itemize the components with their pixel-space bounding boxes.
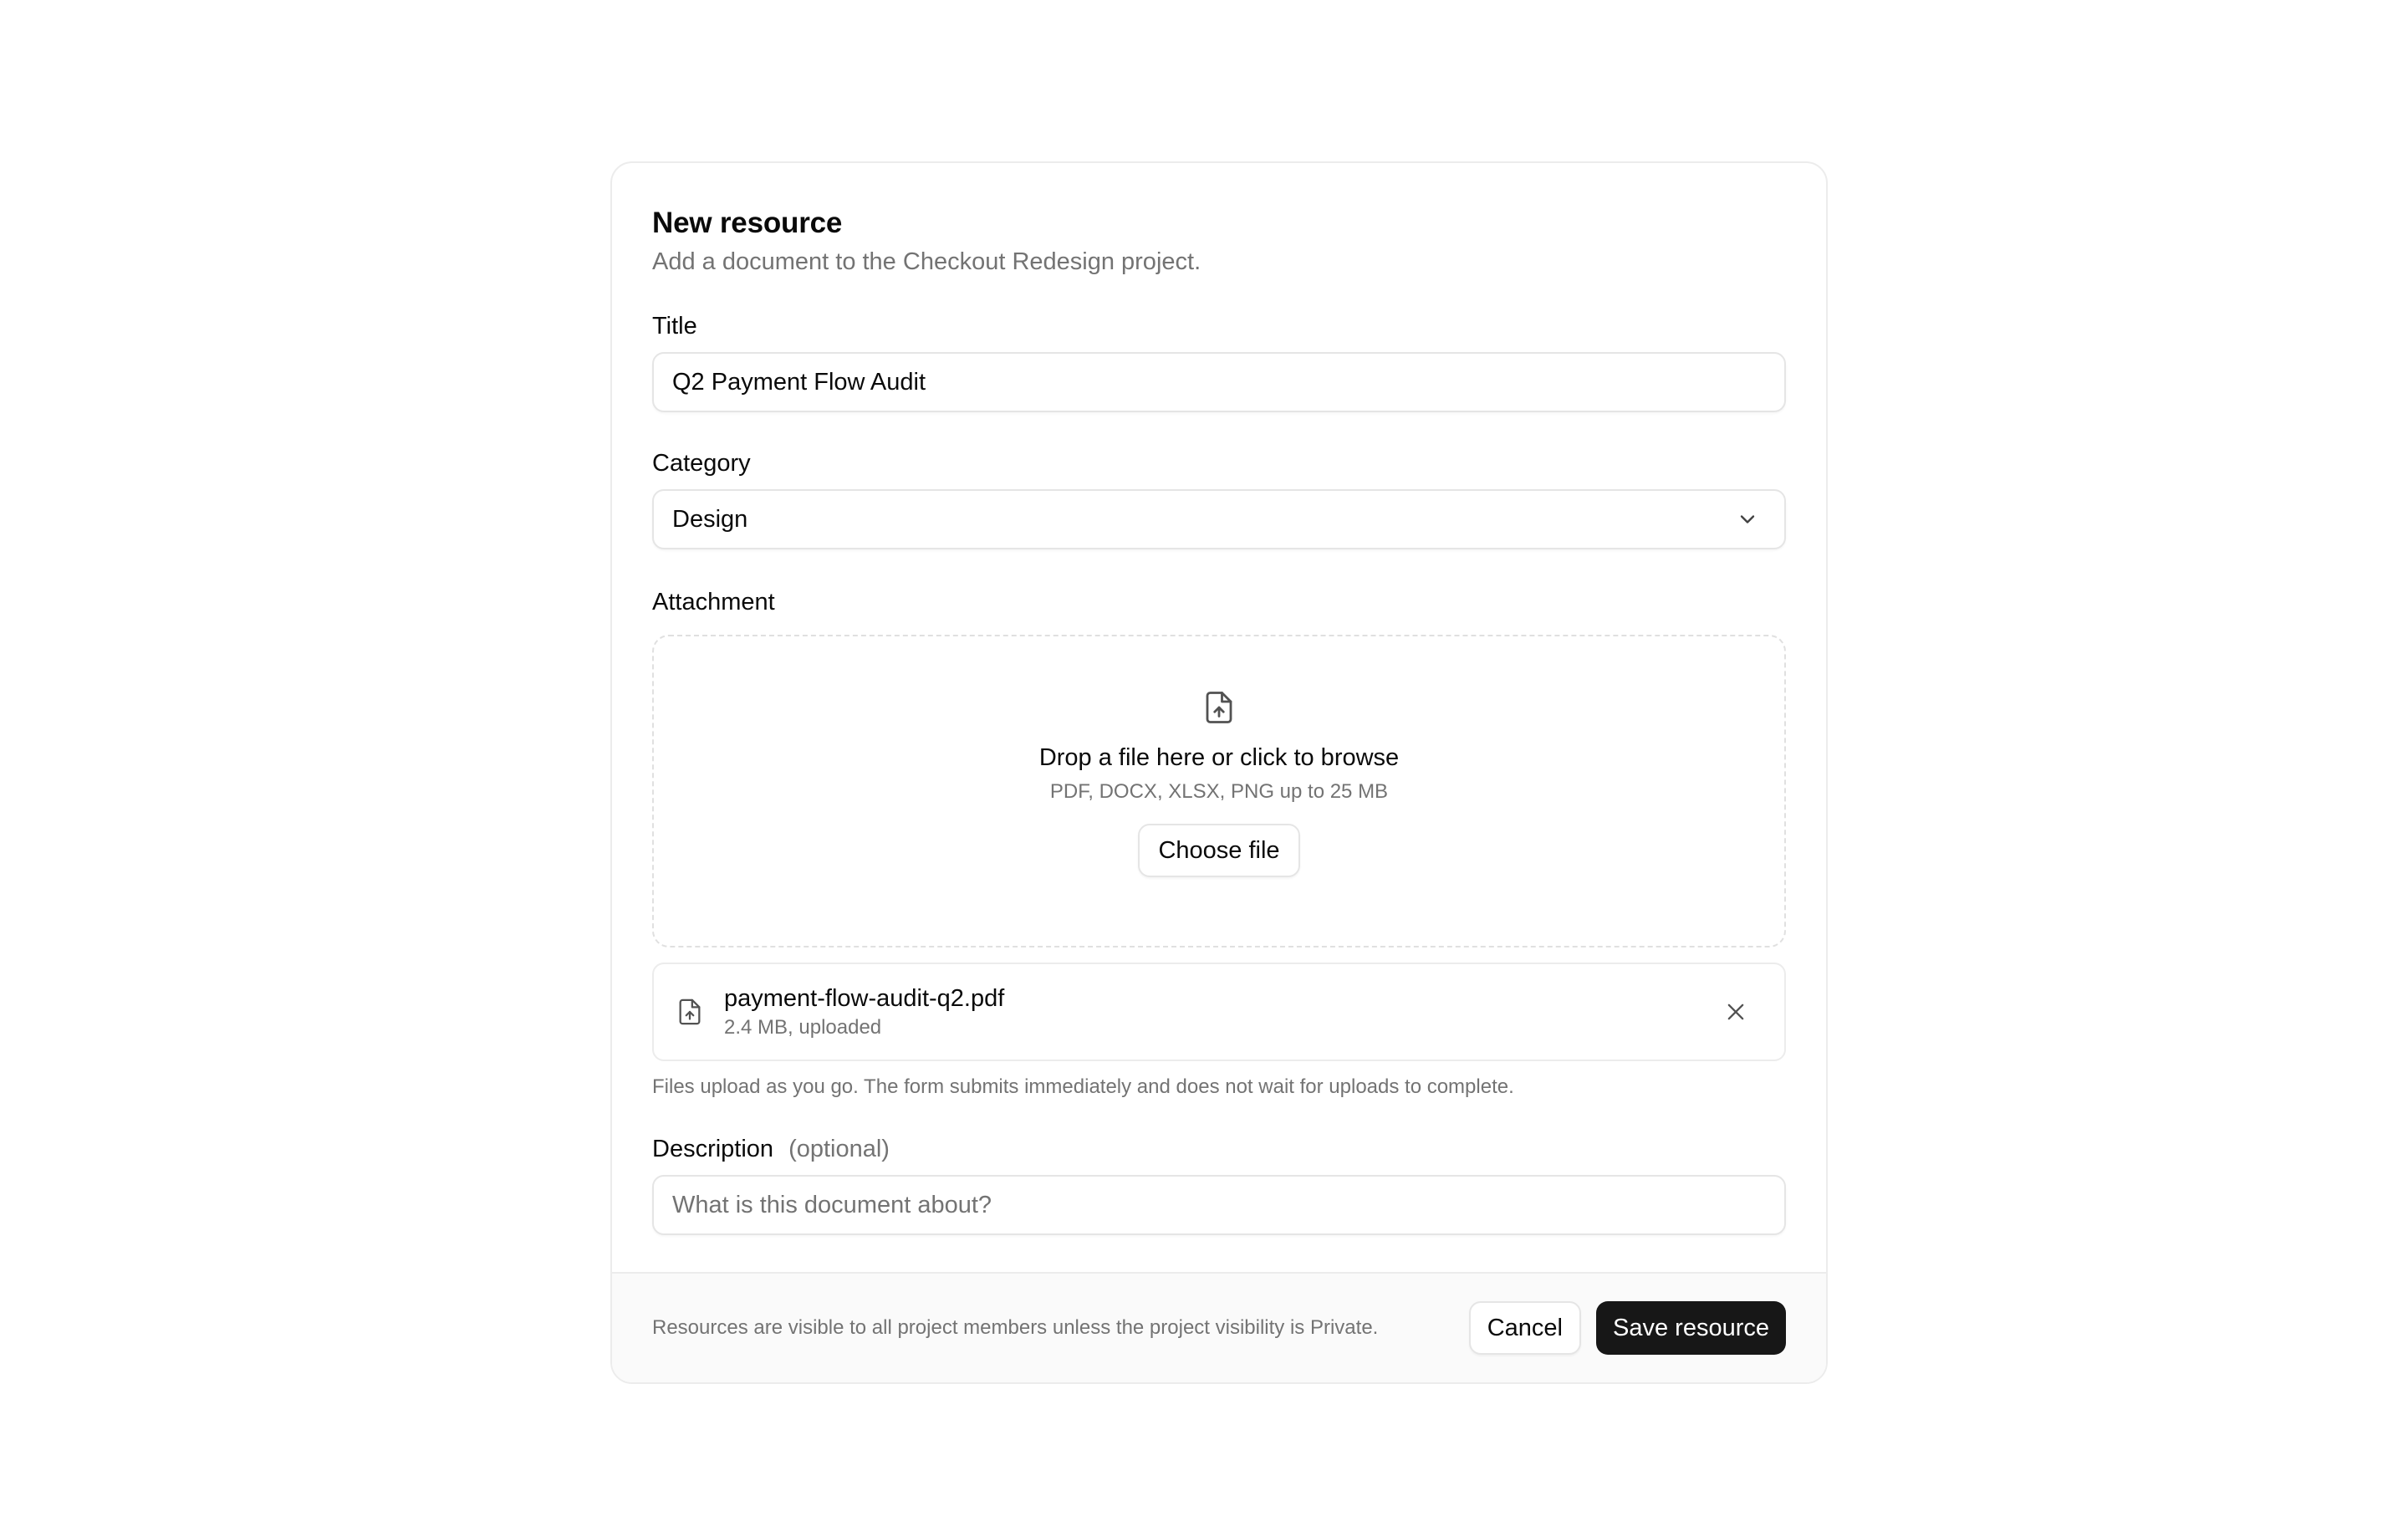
file-meta: 2.4 MB, uploaded — [724, 1016, 882, 1039]
description-input[interactable]: What is this document about? — [652, 1175, 1786, 1235]
form-title: New resource — [652, 207, 843, 239]
attachment-label: Attachment — [652, 589, 775, 615]
form-body: New resource Add a document to the Check… — [612, 163, 1826, 1235]
file-upload-icon — [679, 998, 701, 1025]
title-label: Title — [652, 313, 697, 340]
category-label: Category — [652, 450, 751, 477]
form-subtitle: Add a document to the Checkout Redesign … — [652, 248, 1201, 275]
file-name: payment-flow-audit-q2.pdf — [724, 985, 1005, 1012]
optional-tag: (optional) — [788, 1136, 890, 1162]
new-resource-card: New resource Add a document to the Check… — [610, 161, 1828, 1384]
visibility-note: Resources are visible to all project mem… — [652, 1316, 1379, 1339]
uploaded-file-item: payment-flow-audit-q2.pdf 2.4 MB, upload… — [652, 963, 1786, 1061]
description-label-text: Description — [652, 1136, 774, 1162]
save-resource-button[interactable]: Save resource — [1596, 1301, 1786, 1355]
category-select[interactable]: Design — [652, 489, 1786, 549]
cancel-button[interactable]: Cancel — [1468, 1301, 1581, 1355]
file-dropzone[interactable]: Drop a file here or click to browse PDF,… — [652, 635, 1786, 947]
title-input-value: Q2 Payment Flow Audit — [672, 368, 926, 396]
attachment-helper-text: Files upload as you go. The form submits… — [652, 1075, 1514, 1098]
file-upload-icon — [1206, 692, 1232, 723]
remove-file-button[interactable] — [1719, 995, 1752, 1029]
title-input[interactable]: Q2 Payment Flow Audit — [652, 352, 1786, 412]
choose-file-button[interactable]: Choose file — [1138, 824, 1300, 877]
description-label: Description (optional) — [652, 1133, 1786, 1165]
dropzone-title: Drop a file here or click to browse — [1038, 744, 1400, 771]
description-placeholder: What is this document about? — [672, 1191, 992, 1218]
category-select-value: Design — [672, 505, 748, 533]
dropzone-hint: PDF, DOCX, XLSX, PNG up to 25 MB — [1049, 780, 1389, 803]
file-info: payment-flow-audit-q2.pdf 2.4 MB, upload… — [724, 983, 1004, 1041]
close-icon — [1727, 1004, 1744, 1020]
chevron-down-icon — [1740, 515, 1755, 523]
form-footer: Resources are visible to all project mem… — [612, 1272, 1826, 1382]
